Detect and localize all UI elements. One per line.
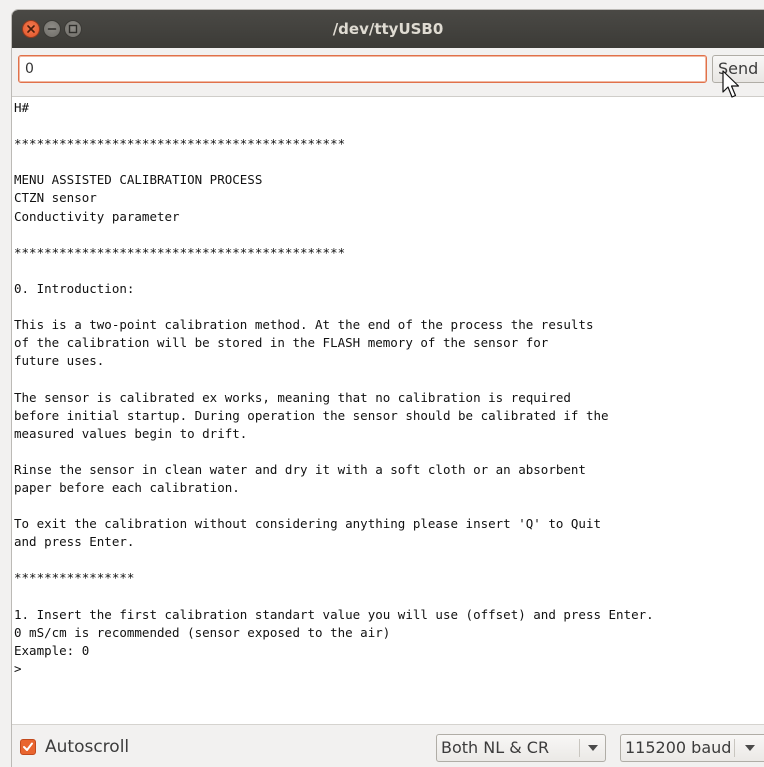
chevron-down-icon [745, 745, 755, 751]
console-line: > [14, 660, 22, 676]
console-line: Conductivity parameter [14, 208, 180, 224]
mouse-pointer-icon [722, 70, 740, 98]
baud-rate-select[interactable]: 115200 baud [620, 734, 764, 762]
autoscroll-label[interactable]: Autoscroll [45, 737, 129, 757]
console-line: Rinse the sensor in clean water and dry … [14, 461, 586, 477]
console-line: ****************************************… [14, 244, 346, 260]
console-line: of the calibration will be stored in the… [14, 335, 549, 351]
serial-input-field[interactable] [18, 55, 707, 83]
status-bar: Autoscroll Both NL & CR 115200 baud [12, 724, 764, 767]
console-line: 1. Insert the first calibration standart… [14, 606, 654, 622]
select-divider [579, 739, 580, 757]
console-line: Example: 0 [14, 642, 90, 658]
console-line: The sensor is calibrated ex works, meani… [14, 389, 571, 405]
console-line: paper before each calibration. [14, 479, 240, 495]
title-bar[interactable]: /dev/ttyUSB0 [12, 10, 764, 48]
console-line: 0. Introduction: [14, 280, 135, 296]
console-line: future uses. [14, 353, 105, 369]
chevron-down-icon [588, 745, 598, 751]
console-line: ****************************************… [14, 136, 346, 152]
console-line: This is a two-point calibration method. … [14, 317, 594, 333]
console-line: To exit the calibration without consider… [14, 516, 601, 532]
console-line: and press Enter. [14, 534, 135, 550]
serial-monitor-window: /dev/ttyUSB0 Send H# *******************… [12, 10, 764, 767]
autoscroll-checkbox[interactable] [20, 739, 36, 755]
console-line: **************** [14, 570, 135, 586]
select-divider [734, 739, 735, 757]
send-toolbar: Send [12, 48, 764, 96]
console-line: 0 mS/cm is recommended (sensor exposed t… [14, 624, 391, 640]
console-line: MENU ASSISTED CALIBRATION PROCESS [14, 172, 263, 188]
window-title: /dev/ttyUSB0 [332, 20, 444, 38]
checkmark-icon [23, 742, 33, 751]
console-line: H# [14, 100, 30, 115]
console-text: H# *************************************… [12, 97, 764, 678]
baud-rate-value: 115200 baud [625, 738, 732, 757]
console-line: before initial startup. During operation… [14, 407, 609, 423]
console-line: measured values begin to drift. [14, 425, 248, 441]
line-ending-select[interactable]: Both NL & CR [436, 734, 606, 762]
line-ending-value: Both NL & CR [441, 738, 550, 757]
serial-output-console[interactable]: H# *************************************… [12, 96, 764, 724]
console-line: CTZN sensor [14, 190, 97, 206]
